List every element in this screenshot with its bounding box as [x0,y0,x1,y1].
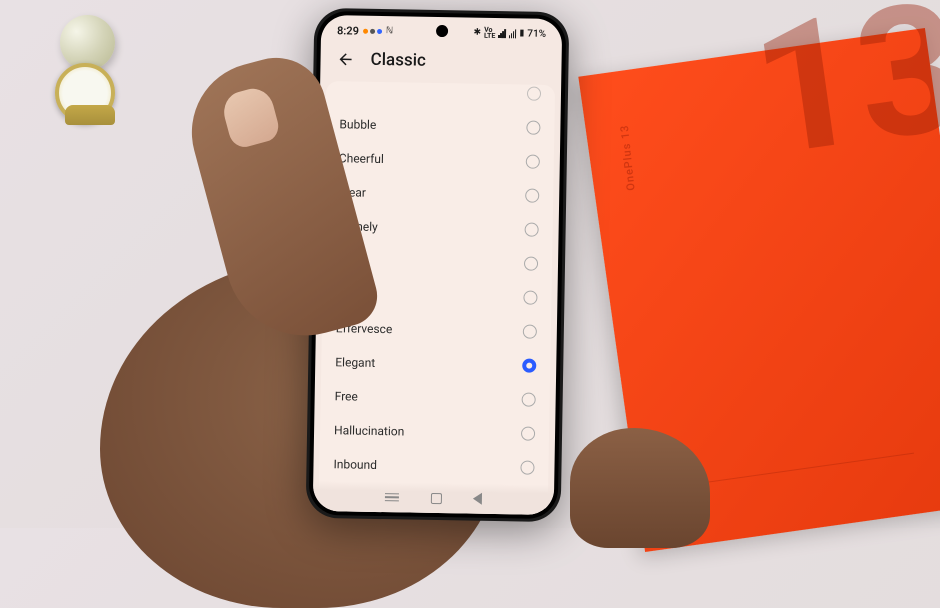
nav-back-button[interactable] [473,493,482,505]
notif-dot-icon [363,28,368,33]
ringtone-label: Cheerful [339,151,384,166]
ringtone-label: Inbound [333,457,377,472]
clock-ball [60,15,115,70]
ringtone-label: Hallucination [334,423,404,438]
signal-icon [498,29,506,38]
ringtone-item[interactable]: Cheerful [325,141,555,179]
navigation-bar [313,481,554,515]
desk-clock [45,35,135,125]
radio-icon[interactable] [522,358,536,372]
volte-icon: Vo LTE [484,26,496,39]
thumb-nail [219,84,282,150]
back-button[interactable] [336,50,354,68]
ringtone-item[interactable]: Elegant [321,345,551,383]
ringtone-item[interactable]: Bubble [325,107,555,145]
ringtone-item[interactable] [326,81,555,111]
nfc-icon: ℕ [386,26,393,36]
battery-percent: 71% [527,28,546,39]
ringtone-item[interactable]: Hallucination [320,413,550,451]
notification-icons [363,28,382,33]
radio-icon[interactable] [523,325,537,339]
battery-icon: ▮ [519,28,524,38]
ringtone-item[interactable]: Free [320,379,550,417]
radio-icon[interactable] [525,223,539,237]
nav-home-button[interactable] [430,492,441,503]
radio-icon[interactable] [520,460,534,474]
radio-icon[interactable] [521,426,535,440]
bluetooth-icon: ✱ [473,28,481,38]
radio-icon[interactable] [526,155,540,169]
signal-icon [509,29,517,38]
radio-icon[interactable] [523,291,537,305]
arrow-left-icon [336,50,354,68]
ringtone-item[interactable]: Clear [324,175,554,213]
ringtone-item[interactable]: Inbound [319,447,549,485]
radio-icon[interactable] [527,87,541,101]
box-number-text: 13 [746,0,940,165]
page-header: Classic [320,41,562,85]
notif-dot-icon [377,28,382,33]
page-title: Classic [370,50,426,71]
nav-recent-button[interactable] [385,493,399,502]
radio-icon[interactable] [526,121,540,135]
ringtone-label: Bubble [339,117,376,132]
radio-icon[interactable] [522,392,536,406]
clock-base [65,105,115,125]
notif-dot-icon [370,28,375,33]
ringtone-label: Free [335,389,358,403]
radio-icon[interactable] [524,257,538,271]
ringtone-label: Elegant [335,355,375,370]
box-brand-text: OnePlus 13 [618,124,638,191]
radio-icon[interactable] [525,189,539,203]
status-time: 8:29 [337,24,359,37]
